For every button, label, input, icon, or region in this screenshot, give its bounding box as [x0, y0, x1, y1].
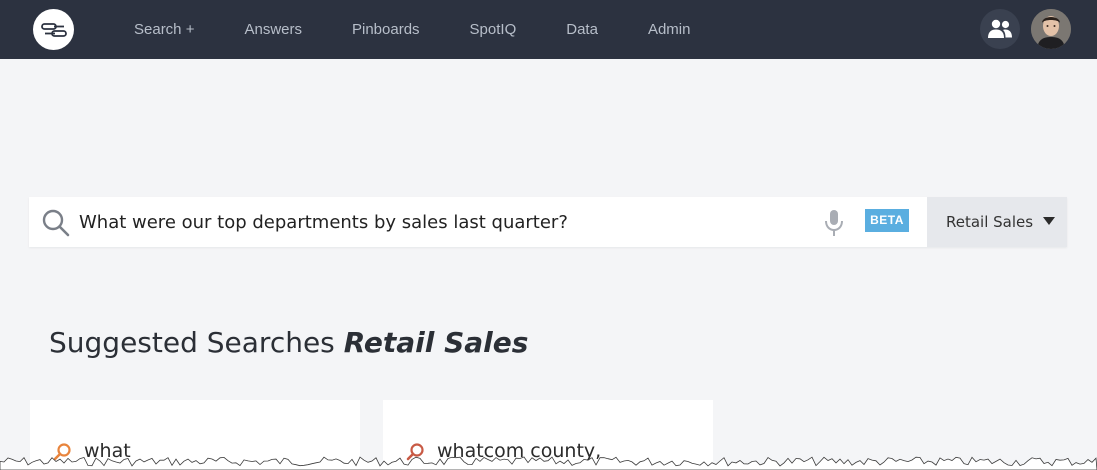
user-avatar[interactable] — [1031, 9, 1071, 49]
logo-icon[interactable] — [33, 9, 74, 50]
nav-item-data[interactable]: Data — [548, 0, 616, 59]
suggested-searches-source: Retail Sales — [343, 326, 529, 359]
users-button[interactable] — [980, 9, 1020, 49]
nav-item-admin[interactable]: Admin — [630, 0, 709, 59]
torn-edge-decoration — [0, 456, 1097, 470]
search-input[interactable] — [79, 197, 809, 247]
beta-badge: BETA — [865, 209, 909, 232]
nav-item-spotiq[interactable]: SpotIQ — [452, 0, 535, 59]
top-nav-bar: Search + Answers Pinboards SpotIQ Data A… — [0, 0, 1097, 59]
nav-item-search[interactable]: Search + — [116, 0, 212, 59]
users-icon — [988, 19, 1012, 38]
search-bar: BETA Retail Sales — [29, 197, 1067, 247]
suggested-searches-title: Suggested Searches — [49, 326, 335, 359]
main-nav: Search + Answers Pinboards SpotIQ Data A… — [116, 0, 708, 59]
suggested-searches-heading: Suggested Searches Retail Sales — [49, 326, 528, 359]
data-source-label: Retail Sales — [946, 213, 1034, 231]
nav-item-answers[interactable]: Answers — [226, 0, 320, 59]
nav-item-pinboards[interactable]: Pinboards — [334, 0, 438, 59]
data-source-dropdown[interactable]: Retail Sales — [927, 197, 1067, 247]
microphone-icon[interactable] — [822, 209, 846, 237]
caret-down-icon — [1043, 217, 1056, 225]
search-icon — [42, 209, 70, 237]
